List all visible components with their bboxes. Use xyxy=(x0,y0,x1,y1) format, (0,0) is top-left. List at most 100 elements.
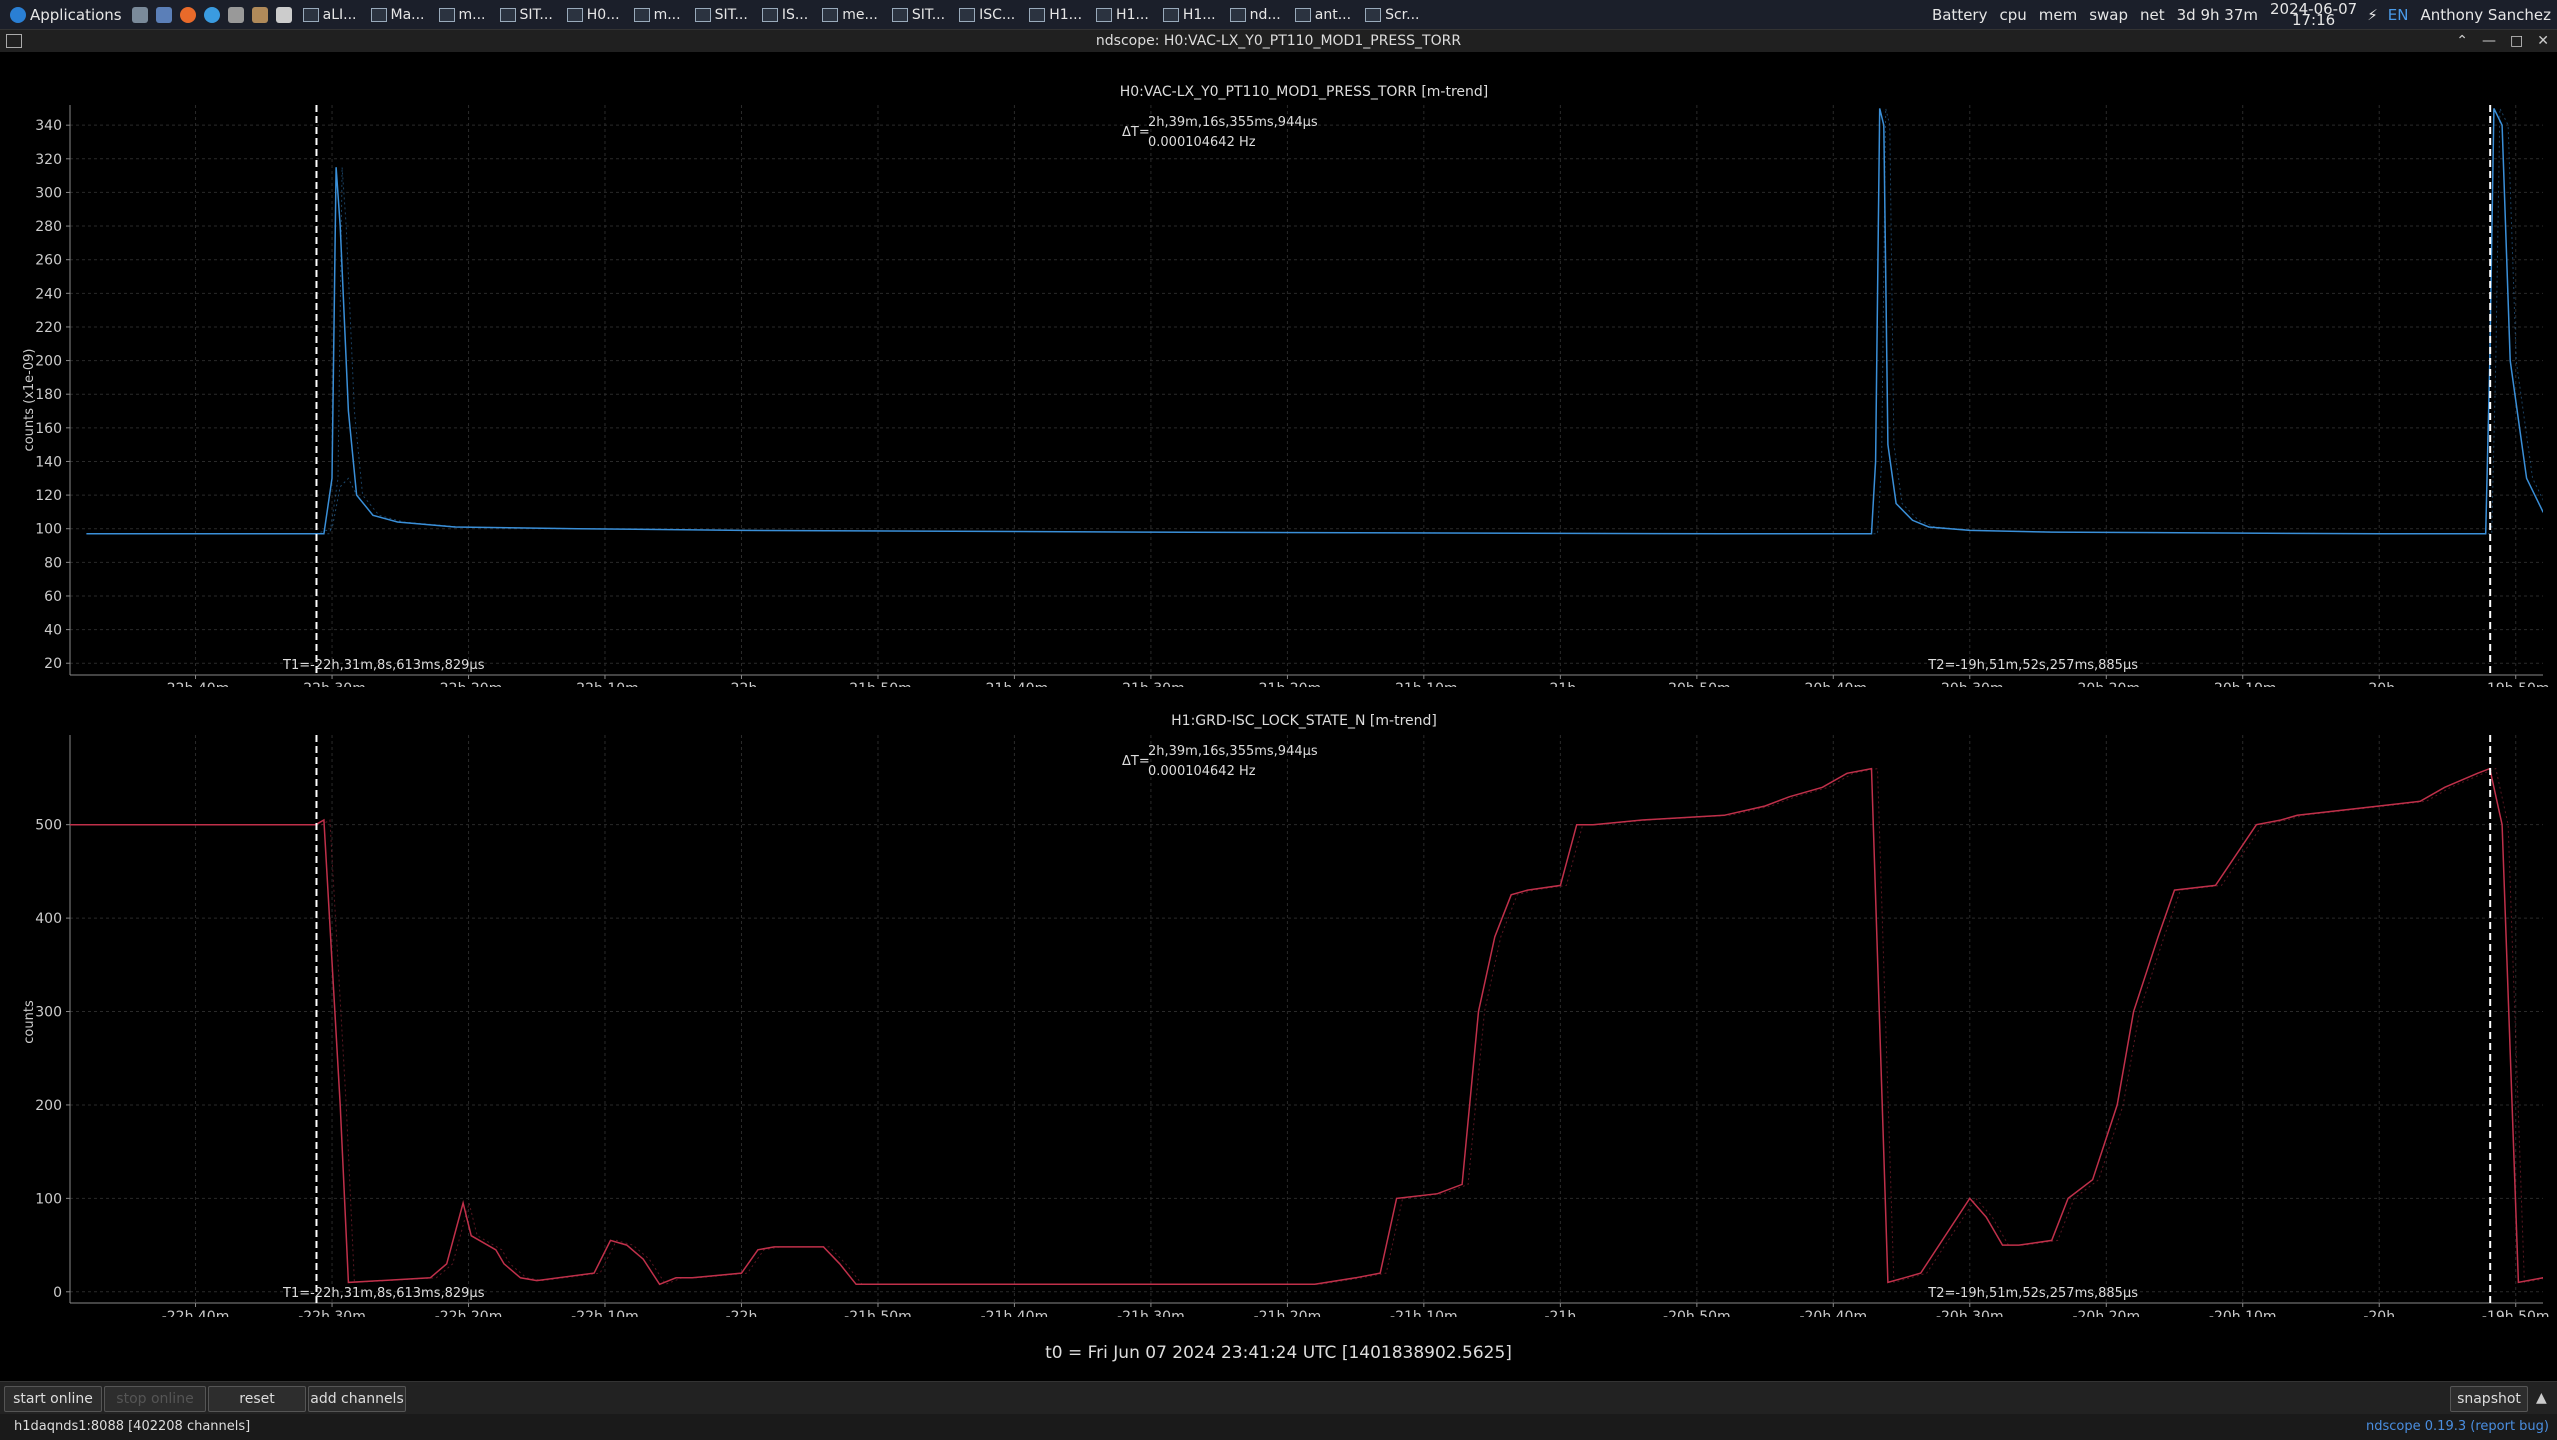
y-tick-label: 120 xyxy=(35,488,62,504)
taskbar-window-label: me... xyxy=(842,6,878,23)
taskbar-window-button[interactable]: Ma... xyxy=(365,2,431,27)
cursor-lines[interactable] xyxy=(315,735,2492,1303)
mem-monitor[interactable]: mem xyxy=(2033,6,2083,24)
x-tick-label: -22h xyxy=(726,1309,758,1317)
uptime: 3d 9h 37m xyxy=(2176,5,2258,24)
clock[interactable]: 2024-06-07 17:16 xyxy=(2264,1,2363,27)
taskbar-window-button[interactable]: SIT... xyxy=(494,2,559,27)
user-name[interactable]: Anthony Sanchez xyxy=(2414,6,2557,24)
share-icon[interactable] xyxy=(227,6,244,23)
y-tick-label: 180 xyxy=(35,387,62,403)
firefox-icon[interactable] xyxy=(179,6,196,23)
system-tray: Battery cpu mem swap net 3d 9h 37m 2024-… xyxy=(1925,0,2557,29)
x-tick-label: -21h xyxy=(1544,1309,1576,1317)
series-envelope xyxy=(92,108,2543,535)
folder-icon[interactable] xyxy=(155,6,172,23)
taskbar-window-button[interactable]: m... xyxy=(628,2,687,27)
window-icon xyxy=(1365,7,1382,22)
cursor-lines[interactable] xyxy=(315,105,2492,675)
t1-label: T1=-22h,31m,8s,613ms,829µs xyxy=(282,658,485,673)
x-tick-label: -22h,40m xyxy=(162,1309,230,1317)
taskbar-window-button[interactable]: SIT... xyxy=(886,2,951,27)
y-tick-label: 40 xyxy=(44,623,62,639)
reset-button[interactable]: reset xyxy=(208,1386,306,1412)
y-tick-label: 0 xyxy=(53,1285,62,1301)
taskbar-window-button[interactable]: m... xyxy=(433,2,492,27)
lock-state-plot[interactable]: H1:GRD-ISC_LOCK_STATE_N [m-trend] counts… xyxy=(0,687,2557,1317)
series-lock-state xyxy=(70,767,2543,1286)
terminal-icon[interactable] xyxy=(131,6,148,23)
window-title: ndscope: H0:VAC-LX_Y0_PT110_MOD1_PRESS_T… xyxy=(1095,33,1462,49)
y-tick-label: 400 xyxy=(35,911,62,927)
x-tick-label: -22h,20m xyxy=(435,1309,503,1317)
t2-label: T2=-19h,51m,52s,257ms,885µs xyxy=(1927,658,2138,673)
taskbar-window-label: H1... xyxy=(1116,6,1149,23)
x-tick-label: -21h,30m xyxy=(1117,1309,1185,1317)
taskbar-window-button[interactable]: ISC... xyxy=(953,2,1021,27)
version-link[interactable]: ndscope 0.19.3 xyxy=(2366,1419,2466,1434)
taskbar-window-label: Ma... xyxy=(390,6,425,23)
taskbar-window-button[interactable]: aLI... xyxy=(297,2,363,27)
applications-menu[interactable]: Applications xyxy=(0,0,128,29)
taskbar-window-button[interactable]: H1... xyxy=(1157,2,1222,27)
window-icon xyxy=(438,7,455,22)
language-indicator[interactable]: EN xyxy=(2382,6,2415,24)
plot-grid xyxy=(70,105,2543,675)
window-icon xyxy=(633,7,650,22)
editor-icon[interactable] xyxy=(275,6,292,23)
y-tick-label: 340 xyxy=(35,118,62,134)
taskbar-window-label: SIT... xyxy=(519,6,553,23)
collapse-icon[interactable]: ▲ xyxy=(2536,1390,2547,1406)
y-tick-label: 280 xyxy=(35,219,62,235)
net-monitor[interactable]: net xyxy=(2134,6,2171,24)
chrome-icon[interactable] xyxy=(203,6,220,23)
snapshot-button[interactable]: snapshot xyxy=(2450,1386,2528,1412)
y-tick-label: 240 xyxy=(35,286,62,302)
y-tick-label: 100 xyxy=(35,522,62,538)
start-online-button[interactable]: start online xyxy=(4,1386,102,1412)
taskbar-window-label: IS... xyxy=(781,6,809,23)
window-shade-icon[interactable]: ⌃ xyxy=(2456,30,2468,52)
y-tick-label: 80 xyxy=(44,555,62,571)
cpu-monitor[interactable]: cpu xyxy=(1993,6,2032,24)
delta-t-value: 2h,39m,16s,355ms,944µs xyxy=(1148,115,1318,130)
delta-t-label: ΔT= xyxy=(1122,125,1150,140)
taskbar-window-button[interactable]: me... xyxy=(816,2,884,27)
y-tick-label: 140 xyxy=(35,454,62,470)
x-tick-labels: -22h,40m -22h,30m -22h,20m -22h,10m -22h -21h… xyxy=(162,1309,2550,1317)
report-bug-link[interactable]: (report bug) xyxy=(2470,1419,2549,1434)
taskbar-window-button[interactable]: nd... xyxy=(1224,2,1287,27)
t0-timestamp: t0 = Fri Jun 07 2024 23:41:24 UTC [14018… xyxy=(1045,1343,1512,1363)
plot-title: H0:VAC-LX_Y0_PT110_MOD1_PRESS_TORR [m-tr… xyxy=(1120,84,1489,100)
taskbar-window-button[interactable]: H0... xyxy=(561,2,626,27)
taskbar-window-label: ant... xyxy=(1314,6,1352,23)
swap-monitor[interactable]: swap xyxy=(2083,6,2134,24)
applications-icon xyxy=(10,6,26,23)
window-close-icon[interactable]: ✕ xyxy=(2537,30,2549,52)
server-status: h1daqnds1:8088 [402208 channels] xyxy=(14,1419,251,1434)
y-tick-label: 260 xyxy=(35,253,62,269)
x-tick-label: -20h,40m xyxy=(1799,1309,1867,1317)
delta-t-frequency: 0.000104642 Hz xyxy=(1148,135,1256,150)
status-bar: h1daqnds1:8088 [402208 channels] ndscope… xyxy=(0,1414,2557,1440)
taskbar-window-button[interactable]: Scr... xyxy=(1359,2,1425,27)
window-maximize-icon[interactable]: □ xyxy=(2510,30,2523,52)
window-icon xyxy=(1162,7,1179,22)
window-icon xyxy=(302,7,319,22)
battery-monitor[interactable]: Battery xyxy=(1926,6,1994,24)
taskbar-window-button[interactable]: SIT... xyxy=(689,2,754,27)
y-tick-label: 300 xyxy=(35,185,62,201)
taskbar-window-button[interactable]: IS... xyxy=(756,2,814,27)
taskbar-window-label: H0... xyxy=(586,6,620,23)
tools-icon[interactable] xyxy=(251,6,268,23)
taskbar-window-button[interactable]: H1... xyxy=(1023,2,1088,27)
y-tick-labels: 0 100 200 300 400 500 xyxy=(35,818,62,1301)
pressure-plot[interactable]: H0:VAC-LX_Y0_PT110_MOD1_PRESS_TORR [m-tr… xyxy=(0,55,2557,687)
add-channels-button[interactable]: add channels xyxy=(308,1386,406,1412)
window-minimize-icon[interactable]: — xyxy=(2482,30,2496,52)
taskbar-window-button[interactable]: H1... xyxy=(1090,2,1155,27)
power-icon[interactable]: ⚡ xyxy=(2363,6,2382,24)
window-menu-icon[interactable] xyxy=(6,34,22,48)
taskbar-window-button[interactable]: ant... xyxy=(1289,2,1357,27)
plot-grid xyxy=(70,735,2543,1303)
